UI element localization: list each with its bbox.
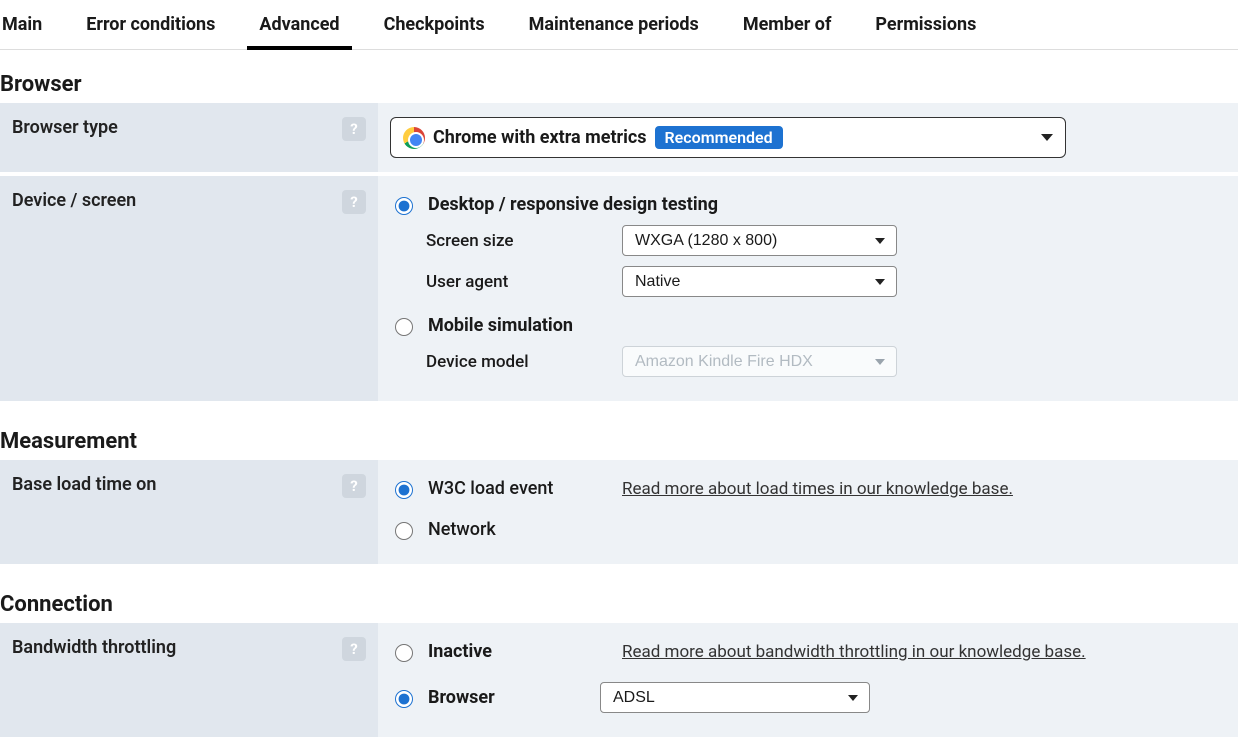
screen-size-label: Screen size [426,231,622,251]
help-icon[interactable]: ? [342,117,366,141]
radio-mobile-label: Mobile simulation [428,315,573,336]
tab-checkpoints[interactable]: Checkpoints [382,4,487,49]
tabs-bar: Main Error conditions Advanced Checkpoin… [0,0,1238,50]
screen-size-select[interactable]: WXGA (1280 x 800) [622,225,897,256]
user-agent-select[interactable]: Native [622,266,897,297]
radio-inactive[interactable] [395,644,413,662]
label-device-screen: Device / screen ? [0,176,378,401]
chevron-down-icon [1041,134,1053,141]
label-browser-type-text: Browser type [12,117,118,138]
radio-w3c-label: W3C load event [428,478,588,499]
browser-type-text: Chrome with extra metrics [433,127,647,148]
radio-desktop-label: Desktop / responsive design testing [428,194,718,215]
radio-desktop[interactable] [395,197,413,215]
radio-browser[interactable] [395,690,413,708]
device-model-select: Amazon Kindle Fire HDX [622,346,897,377]
tab-error-conditions[interactable]: Error conditions [84,4,217,49]
user-agent-label: User agent [426,272,622,292]
help-icon[interactable]: ? [342,637,366,661]
device-model-label: Device model [426,352,622,372]
radio-w3c[interactable] [395,481,413,499]
label-base-load-time-text: Base load time on [12,474,156,495]
label-bandwidth-throttling: Bandwidth throttling ? [0,623,378,737]
label-bandwidth-text: Bandwidth throttling [12,637,176,658]
tab-member-of[interactable]: Member of [741,4,834,49]
radio-browser-label: Browser [428,687,588,708]
bandwidth-select[interactable]: ADSL [600,682,870,713]
section-title-browser: Browser [0,72,1238,97]
tab-main[interactable]: Main [0,4,44,49]
label-device-screen-text: Device / screen [12,190,136,211]
help-icon[interactable]: ? [342,474,366,498]
browser-type-dropdown[interactable]: Chrome with extra metrics Recommended [390,117,1066,158]
label-browser-type: Browser type ? [0,103,378,172]
radio-mobile[interactable] [395,318,413,336]
bandwidth-link[interactable]: Read more about bandwidth throttling in … [622,642,1086,662]
recommended-badge: Recommended [655,126,783,149]
section-title-connection: Connection [0,592,1238,617]
chrome-icon [403,127,425,149]
tab-advanced[interactable]: Advanced [257,4,341,49]
section-title-measurement: Measurement [0,429,1238,454]
label-base-load-time: Base load time on ? [0,460,378,564]
load-times-link[interactable]: Read more about load times in our knowle… [622,479,1013,499]
tab-maintenance-periods[interactable]: Maintenance periods [527,4,701,49]
radio-inactive-label: Inactive [428,641,588,662]
tab-permissions[interactable]: Permissions [873,4,978,49]
radio-network-label: Network [428,519,496,540]
radio-network[interactable] [395,522,413,540]
help-icon[interactable]: ? [342,190,366,214]
